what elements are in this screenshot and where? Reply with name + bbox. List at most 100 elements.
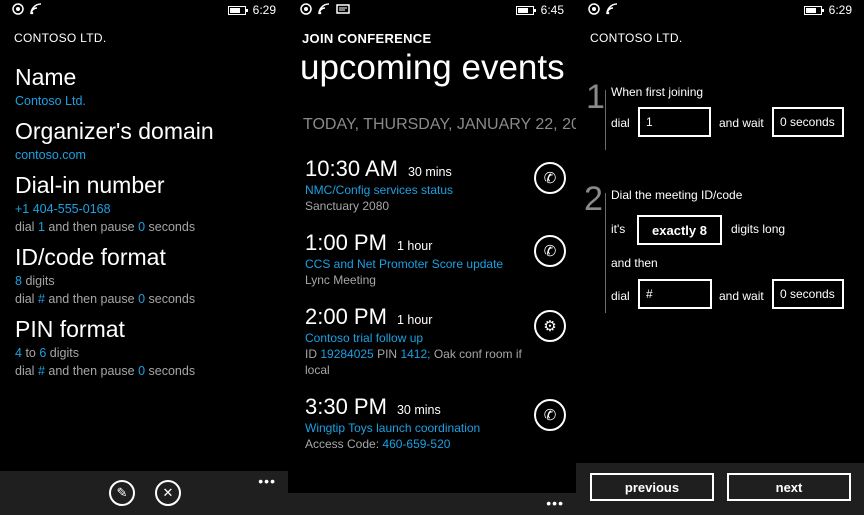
more-options-button[interactable]: ••• [546,495,564,511]
close-icon: ✕ [162,485,174,500]
status-bar: 6:29 [0,0,288,20]
pencil-icon: ✎ [116,485,128,500]
digits-word: digits [25,274,55,288]
next-button[interactable]: next [727,473,851,501]
event-title: Wingtip Toys launch coordination [305,421,481,435]
digits-long-label: digits long [731,222,786,236]
access-code-label: Access Code: [305,437,380,451]
dial-word: dial [15,220,35,234]
event-location: Lync Meeting [305,273,376,287]
previous-button[interactable]: previous [590,473,714,501]
dial-word: dial [15,292,35,306]
idcode-label: ID/code format [15,244,166,270]
dial-input[interactable]: 1 [638,107,711,137]
wifi-icon [606,3,618,15]
event-time: 10:30 AM [305,156,398,181]
event-location: ID 19284025 PIN 1412; Oak conf room if l… [305,346,530,378]
clock: 6:45 [540,3,564,17]
domain-label: Organizer's domain [15,118,214,144]
pause-text: and then pause [48,364,135,378]
dial-sequence-screen: 6:29 CONTOSO LTD. 1 When first joining d… [576,0,864,515]
idcode-instructions: dial # and then pause 0 seconds [15,290,280,308]
wait-input[interactable]: 0 seconds [772,107,844,137]
pause-text: and then pause [48,292,135,306]
idcode-digits: 8 digits [15,272,280,290]
app-title: JOIN CONFERENCE [302,31,432,46]
event-location: Access Code: 460-659-520 [305,436,560,452]
signal-icon [12,3,24,15]
battery-icon [804,6,824,15]
step-number: 2 [584,180,603,218]
phone-icon: ✆ [543,243,557,260]
id-label: ID [305,347,317,361]
name-value: Contoso Ltd. [15,94,86,108]
app-title: CONTOSO LTD. [14,31,107,45]
page-title: upcoming events [300,48,565,87]
digits-word: digits [49,346,79,360]
edit-button[interactable]: ✎ [109,480,135,506]
event-item[interactable]: 3:30 PM 30 mins Wingtip Toys launch coord… [305,394,560,452]
event-item[interactable]: 10:30 AM 30 mins NMC/Config services stat… [305,156,560,214]
wait-input[interactable]: 0 seconds [772,279,844,309]
digit-length-selector[interactable]: exactly 8 [637,215,722,245]
clock: 6:29 [252,3,276,17]
conference-id: 19284025 [320,347,374,361]
join-call-button[interactable]: ✆ [534,399,566,431]
pin-section: PIN format 4 to 6 digits dial # and then… [15,314,280,380]
step-title: Dial the meeting ID/code [611,188,743,202]
wifi-icon [30,3,42,15]
to-word: to [25,346,36,360]
pause-value: 0 [138,364,146,378]
event-title: CCS and Net Promoter Score update [305,257,504,271]
delete-button[interactable]: ✕ [155,480,181,506]
name-section: Name Contoso Ltd. [15,62,280,110]
conference-details-screen: 6:29 CONTOSO LTD. Name Contoso Ltd. Orga… [0,0,288,515]
seconds-word: seconds [148,364,196,378]
and-then-label: and then [611,256,658,270]
event-title: Contoso trial follow up [305,331,424,345]
phone-settings-icon: ⚙ [543,318,557,335]
step-divider [605,90,606,150]
pause-value: 0 [138,220,146,234]
wait-label: and wait [719,289,764,303]
seconds-word: seconds [148,220,196,234]
join-call-button[interactable]: ✆ [534,162,566,194]
idcode-section: ID/code format 8 digits dial # and then … [15,242,280,308]
dial-key: # [37,364,45,378]
battery-icon [516,6,536,15]
configure-call-button[interactable]: ⚙ [534,310,566,342]
event-time: 2:00 PM [305,304,387,329]
seconds-word: seconds [148,292,196,306]
dial-label: dial [611,116,630,130]
app-title: CONTOSO LTD. [590,31,683,45]
wait-label: and wait [719,116,764,130]
step-number: 1 [586,78,605,116]
event-item[interactable]: 2:00 PM 1 hour Contoso trial follow up ID… [305,304,560,378]
dial-input[interactable]: # [638,279,712,309]
phone-icon: ✆ [543,170,557,187]
event-time: 3:30 PM [305,394,387,419]
dialin-section: Dial-in number +1 404-555-0168 dial 1 an… [15,170,280,236]
dialin-number[interactable]: +1 404-555-0168 [15,200,280,218]
join-call-button[interactable]: ✆ [534,235,566,267]
domain-section: Organizer's domain contoso.com [15,116,280,164]
battery-icon [228,6,248,15]
pin-label: PIN format [15,316,125,342]
domain-value: contoso.com [15,148,86,162]
idcode-digit-count: 8 [15,274,22,288]
pin-digits: 4 to 6 digits [15,344,280,362]
name-label: Name [15,64,77,90]
dial-label: dial [611,289,630,303]
phone-icon: ✆ [543,407,557,424]
event-item[interactable]: 1:00 PM 1 hour CCS and Net Promoter Score… [305,230,560,288]
dialin-instructions: dial 1 and then pause 0 seconds [15,218,280,236]
step-title: When first joining [611,85,704,99]
more-options-button[interactable]: ••• [258,473,276,489]
conference-pin: 1412; [400,347,431,361]
signal-icon [588,3,600,15]
its-label: it's [611,222,626,236]
message-icon [336,4,350,14]
upcoming-events-screen: 6:45 JOIN CONFERENCE upcoming events TOD… [288,0,576,515]
app-bar: ✎ ✕ ••• [0,471,288,515]
dial-digit: 1 [37,220,45,234]
